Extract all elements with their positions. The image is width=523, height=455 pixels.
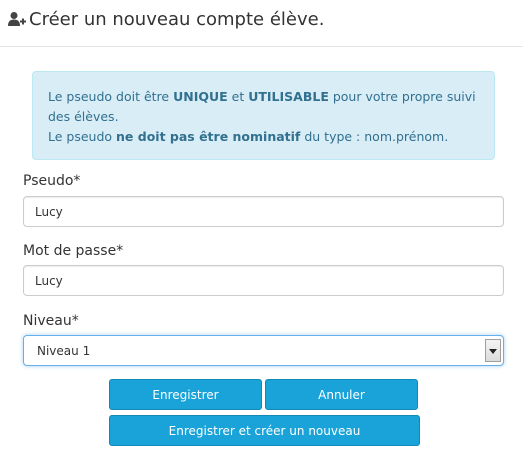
password-label: Mot de passe* <box>23 243 124 259</box>
alert-line-2: Le pseudo ne doit pas être nominatif du … <box>48 129 449 144</box>
page-header: Créer un nouveau compte élève. <box>0 0 523 47</box>
chevron-down-icon <box>489 349 497 354</box>
password-input[interactable] <box>23 265 504 296</box>
save-and-new-button[interactable]: Enregistrer et créer un nouveau <box>109 415 420 446</box>
info-alert: Le pseudo doit être UNIQUE et UTILISABLE… <box>32 71 495 160</box>
alert-line-1: Le pseudo doit être UNIQUE et UTILISABLE… <box>48 89 476 124</box>
pseudo-label: Pseudo* <box>23 173 81 189</box>
select-dropdown-button[interactable] <box>485 339 501 362</box>
add-user-icon <box>8 12 26 26</box>
level-select[interactable]: Niveau 1 <box>23 335 504 366</box>
page-title: Créer un nouveau compte élève. <box>29 9 325 30</box>
pseudo-input[interactable] <box>23 196 504 227</box>
level-select-value: Niveau 1 <box>37 344 91 358</box>
cancel-button[interactable]: Annuler <box>265 379 418 410</box>
save-button[interactable]: Enregistrer <box>109 379 262 410</box>
level-label: Niveau* <box>23 313 79 329</box>
